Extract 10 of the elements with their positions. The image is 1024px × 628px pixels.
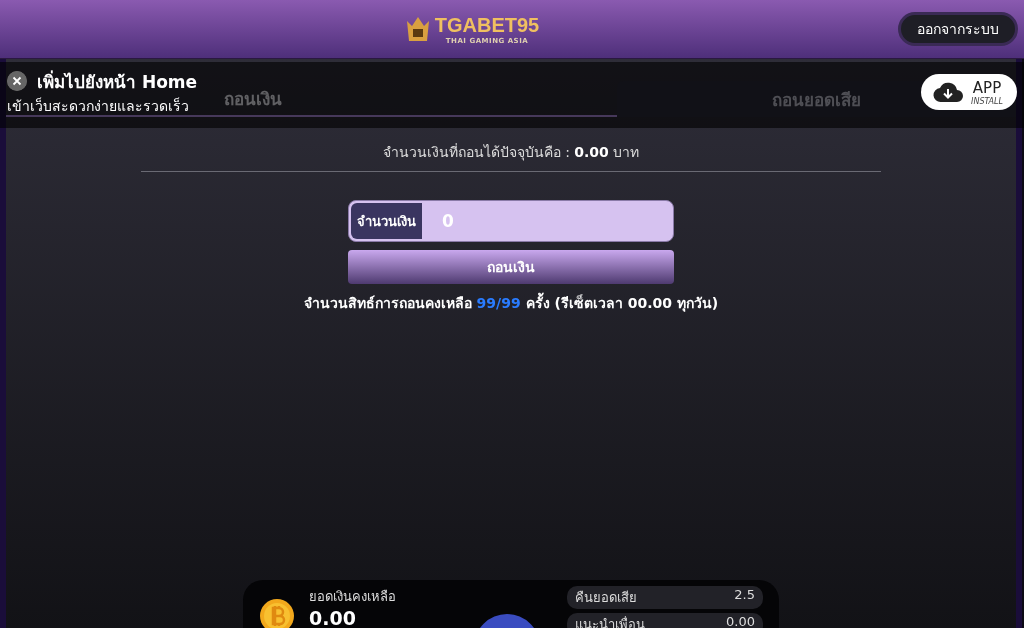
banner-subtitle: เข้าเว็บสะดวกง่ายและรวดเร็ว [7,96,190,116]
balance-label: ยอดเงินคงเหลือ [309,588,396,606]
available-amount-text: จำนวนเงินที่ถอนได้ปัจจุบันคือ : 0.00 บาท [382,142,640,163]
withdraw-quota-text: จำนวนสิทธ์การถอนคงเหลือ 99/99 ครั้ง (รีเซ็ตเวลา 00.00 ทุกวัน) [303,292,719,314]
balance-amount: 0.00 [309,607,357,628]
amount-field-label: จำนวนเงิน [351,203,422,239]
stat-value: 2.5 [734,587,755,604]
logo-text: TGABET95 [434,13,540,37]
stat-value: 0.00 [726,614,755,628]
stat-label: คืนยอดเสีย [575,589,637,607]
